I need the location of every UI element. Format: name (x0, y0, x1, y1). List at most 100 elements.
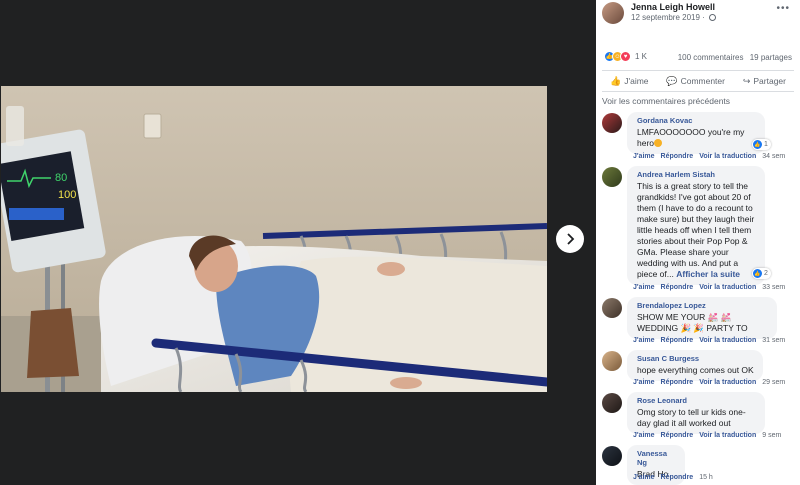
comment-translate-link[interactable]: Voir la traduction (699, 284, 756, 291)
post-stats: 👍 ☺ ♥ 1 K 100 commentaires 19 partages (596, 46, 800, 70)
comment-item: Vanessa Ng Brad Ho J'aime Répondre 15 h (602, 445, 796, 485)
comment-like-link[interactable]: J'aime (633, 284, 655, 291)
commenter-name[interactable]: Rose Leonard (637, 396, 757, 405)
view-previous-comments-link[interactable]: Voir les commentaires précédents (602, 96, 730, 106)
post-header: Jenna Leigh Howell 12 septembre 2019 · •… (596, 0, 800, 38)
commenter-name[interactable]: Vanessa Ng (637, 449, 677, 467)
comment-bubble: Rose Leonard Omg story to tell ur kids o… (627, 392, 765, 434)
comment-meta: J'aime Répondre Voir la traduction 33 sem (633, 284, 785, 291)
comment-reply-link[interactable]: Répondre (661, 284, 694, 291)
comment-button-label: Commenter (680, 76, 725, 86)
reaction-count[interactable]: 1 K (635, 52, 647, 61)
comment-meta: J'aime Répondre Voir la traduction 29 sem (633, 379, 785, 386)
comment-like-link[interactable]: J'aime (633, 379, 655, 386)
comment-text: Omg story to tell ur kids one-day glad i… (637, 407, 746, 428)
comment-item: Brendalopez Lopez SHOW ME YOUR 💒 💒 WEDDI… (602, 297, 796, 347)
comment-bubble-icon: 💬 (666, 75, 678, 86)
comment-text: This is a great story to tell the grandk… (637, 181, 757, 280)
comment-translate-link[interactable]: Voir la traduction (699, 153, 756, 160)
hospital-bed-photo: 80 100 (1, 86, 547, 392)
comment-bubble: Susan C Burgess hope everything comes ou… (627, 350, 763, 381)
like-icon: 👍 (753, 269, 762, 278)
comment-reply-link[interactable]: Répondre (661, 153, 694, 160)
author-name[interactable]: Jenna Leigh Howell (631, 2, 715, 12)
svg-text:100: 100 (58, 189, 76, 201)
commenter-avatar[interactable] (602, 393, 622, 413)
comment-time[interactable]: 15 h (699, 474, 713, 481)
comment-item: Susan C Burgess hope everything comes ou… (602, 350, 796, 390)
comment-reply-link[interactable]: Répondre (661, 337, 694, 344)
share-button-label: Partager (753, 76, 786, 86)
commenter-avatar[interactable] (602, 298, 622, 318)
see-more-link[interactable]: Afficher la suite (676, 269, 740, 279)
commenter-name[interactable]: Gordana Kovac (637, 116, 757, 125)
chevron-right-icon (567, 233, 575, 245)
comment-meta: J'aime Répondre Voir la traduction 9 sem (633, 432, 781, 439)
commenter-avatar[interactable] (602, 351, 622, 371)
post-photo[interactable]: 80 100 (1, 86, 547, 392)
comment-likes-badge[interactable]: 👍 1 (752, 139, 771, 150)
comment-translate-link[interactable]: Voir la traduction (699, 432, 756, 439)
comment-bubble: Brendalopez Lopez SHOW ME YOUR 💒 💒 WEDDI… (627, 297, 777, 339)
comment-like-count: 1 (764, 141, 768, 148)
comment-meta: J'aime Répondre 15 h (633, 474, 713, 481)
comment-meta: J'aime Répondre Voir la traduction 34 sem (633, 153, 785, 160)
more-options-button[interactable]: ••• (776, 3, 790, 14)
comments-count[interactable]: 100 commentaires (678, 53, 744, 62)
commenter-avatar[interactable] (602, 167, 622, 187)
comment-item: Gordana Kovac LMFAOOOOOOO you're my hero… (602, 112, 796, 164)
comment-text: LMFAOOOOOOO you're my hero (637, 127, 757, 149)
thumbs-up-icon: 👍 (610, 75, 622, 86)
share-button[interactable]: ↪ Partager (743, 76, 786, 87)
comment-text-content: LMFAOOOOOOO you're my hero (637, 127, 745, 148)
post-actions: 👍 J'aime 💬 Commenter ↪ Partager (602, 70, 794, 92)
comment-likes-badge[interactable]: 👍 2 (752, 268, 771, 279)
commenter-name[interactable]: Brendalopez Lopez (637, 301, 769, 310)
comment-time[interactable]: 9 sem (762, 432, 781, 439)
author-avatar[interactable] (602, 2, 624, 24)
svg-text:80: 80 (55, 172, 67, 184)
like-button-label: J'aime (624, 76, 649, 86)
reactions-summary[interactable]: 👍 ☺ ♥ 1 K (604, 51, 647, 62)
comment-time[interactable]: 33 sem (762, 284, 785, 291)
love-reaction-icon: ♥ (620, 51, 631, 62)
like-icon: 👍 (753, 140, 762, 149)
commenter-name[interactable]: Susan C Burgess (637, 354, 755, 363)
post-date-text[interactable]: 12 septembre 2019 · (631, 13, 707, 22)
post-date[interactable]: 12 septembre 2019 · (631, 13, 717, 22)
comment-like-link[interactable]: J'aime (633, 474, 655, 481)
comment-reply-link[interactable]: Répondre (661, 379, 694, 386)
comment-bubble: Gordana Kovac LMFAOOOOOOO you're my hero (627, 112, 765, 154)
comment-meta: J'aime Répondre Voir la traduction 31 sem (633, 337, 785, 344)
comment-like-link[interactable]: J'aime (633, 337, 655, 344)
globe-icon (709, 14, 717, 21)
comment-time[interactable]: 34 sem (762, 153, 785, 160)
comment-time[interactable]: 29 sem (762, 379, 785, 386)
comment-item: Andrea Harlem Sistah This is a great sto… (602, 166, 796, 294)
comment-reply-link[interactable]: Répondre (661, 474, 694, 481)
comment-text-content: This is a great story to tell the grandk… (637, 181, 755, 279)
commenter-name[interactable]: Andrea Harlem Sistah (637, 170, 757, 179)
laughing-emoji-icon (654, 139, 663, 147)
comment-translate-link[interactable]: Voir la traduction (699, 337, 756, 344)
share-arrow-icon: ↪ (742, 75, 751, 86)
comment-like-count: 2 (764, 270, 768, 277)
comment-reply-link[interactable]: Répondre (661, 432, 694, 439)
photo-viewer: 80 100 (0, 0, 596, 485)
commenter-avatar[interactable] (602, 446, 622, 466)
comment-button[interactable]: 💬 Commenter (666, 76, 725, 87)
comment-text: hope everything comes out OK (637, 365, 754, 375)
post-panel: Jenna Leigh Howell 12 septembre 2019 · •… (596, 0, 800, 485)
like-button[interactable]: 👍 J'aime (610, 76, 649, 87)
shares-count[interactable]: 19 partages (750, 53, 792, 62)
comment-translate-link[interactable]: Voir la traduction (699, 379, 756, 386)
comment-item: Rose Leonard Omg story to tell ur kids o… (602, 392, 796, 444)
comment-bubble: Andrea Harlem Sistah This is a great sto… (627, 166, 765, 285)
comment-time[interactable]: 31 sem (762, 337, 785, 344)
comment-like-link[interactable]: J'aime (633, 153, 655, 160)
comment-text: SHOW ME YOUR 💒 💒 WEDDING 🎉 🎉 PARTY TO (637, 312, 748, 333)
comment-share-counts: 100 commentaires 19 partages (674, 53, 792, 62)
commenter-avatar[interactable] (602, 113, 622, 133)
comment-like-link[interactable]: J'aime (633, 432, 655, 439)
next-photo-button[interactable] (556, 225, 584, 253)
